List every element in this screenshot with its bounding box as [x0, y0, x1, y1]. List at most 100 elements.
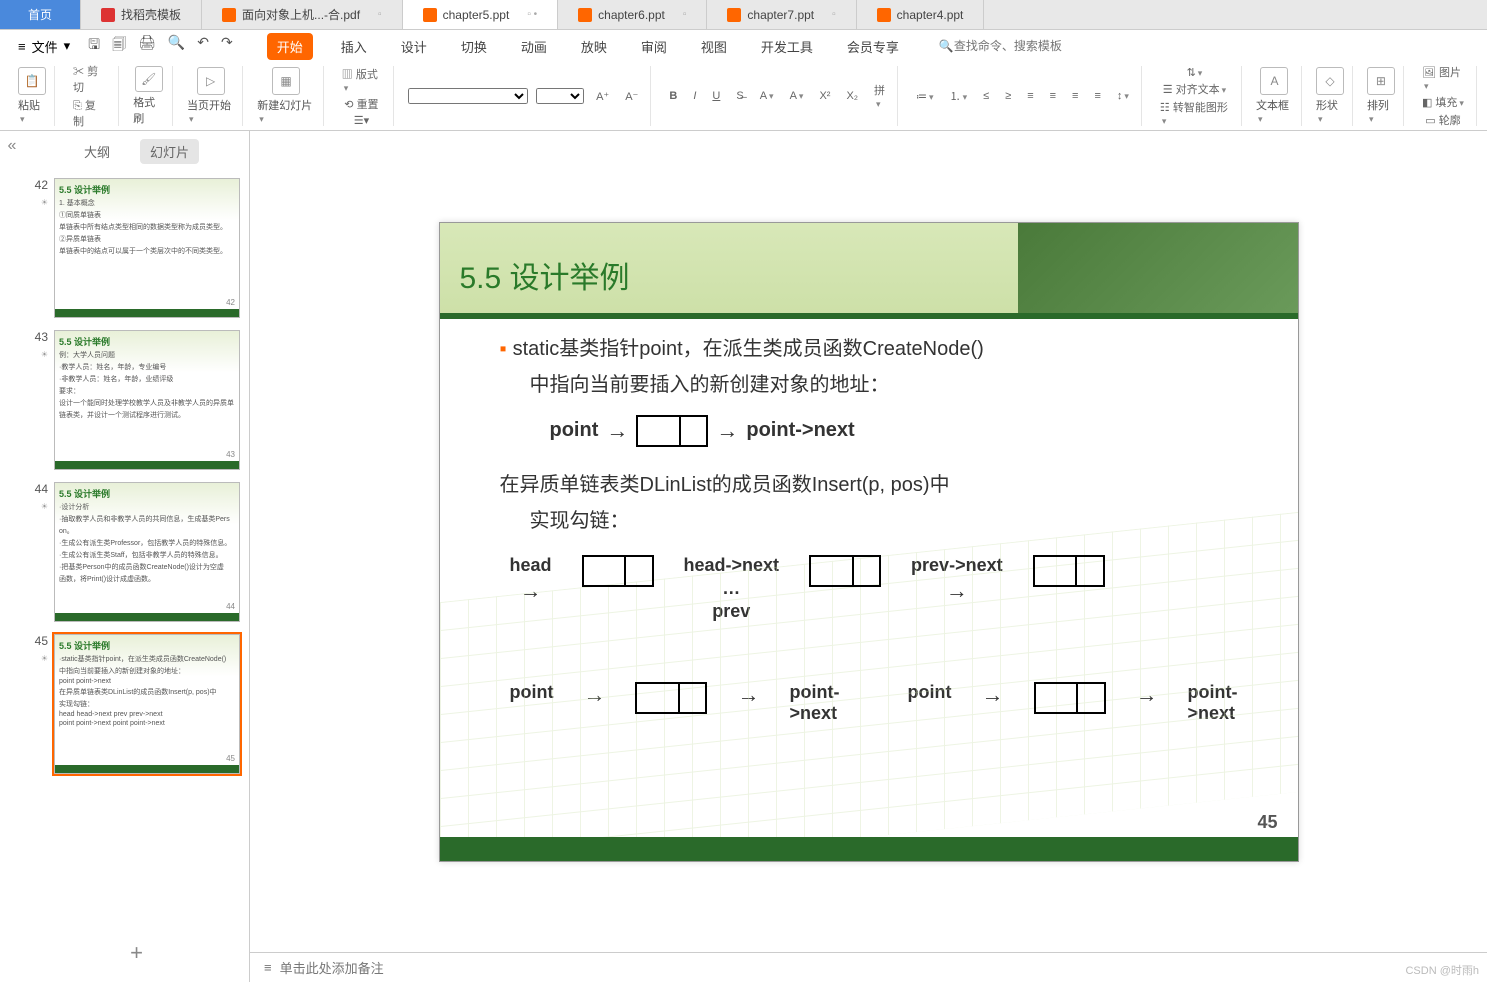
- numbering-button[interactable]: ⒈: [946, 87, 972, 105]
- notes-pane[interactable]: ≡ 单击此处添加备注: [250, 952, 1487, 982]
- subscript-button[interactable]: X₂: [842, 89, 862, 103]
- command-search[interactable]: 🔍: [939, 39, 1114, 53]
- arrange-button[interactable]: 排列: [1367, 97, 1395, 125]
- decrease-indent-button[interactable]: ≤: [979, 89, 993, 103]
- textbox-button[interactable]: 文本框: [1256, 97, 1293, 125]
- decrease-font-icon[interactable]: A⁻: [621, 89, 642, 104]
- fill-button[interactable]: ◧ 填充: [1418, 93, 1468, 111]
- underline-button[interactable]: U: [708, 89, 724, 103]
- tab-home[interactable]: 首页: [0, 0, 81, 29]
- slide-canvas[interactable]: 5.5 设计举例 ▪static基类指针point，在派生类成员函数Create…: [250, 131, 1487, 952]
- tab-chapter6[interactable]: chapter6.ppt▫: [558, 0, 707, 29]
- align-right-button[interactable]: ≡: [1068, 89, 1082, 103]
- ribbon-tab-member[interactable]: 会员专享: [841, 33, 905, 60]
- new-slide-button[interactable]: 新建幻灯片: [257, 97, 315, 125]
- ribbon-tab-start[interactable]: 开始: [267, 33, 313, 60]
- ribbon-tab-slideshow[interactable]: 放映: [575, 33, 613, 60]
- ribbon-tab-design[interactable]: 设计: [395, 33, 433, 60]
- shapes-icon[interactable]: ◇: [1316, 67, 1344, 95]
- outline-button[interactable]: ▭ 轮廓: [1421, 111, 1464, 129]
- save-icon[interactable]: 🖫: [88, 34, 100, 58]
- shapes-button[interactable]: 形状: [1316, 97, 1344, 125]
- tab-dropdown-icon[interactable]: ▫: [683, 9, 687, 20]
- align-left-button[interactable]: ≡: [1023, 89, 1037, 103]
- tab-dropdown-icon[interactable]: ▫ •: [527, 9, 537, 20]
- label-point-next: point->next: [789, 682, 839, 724]
- font-family-select[interactable]: [408, 88, 528, 104]
- section-button[interactable]: ☰▾: [350, 113, 373, 128]
- collapse-sidebar-icon[interactable]: «: [0, 131, 24, 982]
- pinyin-button[interactable]: 拼: [870, 81, 889, 111]
- tab-template[interactable]: 找稻壳模板: [81, 0, 202, 29]
- tab-outline[interactable]: 大纲: [74, 139, 120, 164]
- tab-pdf[interactable]: 面向对象上机...-合.pdf▫: [202, 0, 403, 29]
- textbox-icon[interactable]: A: [1260, 67, 1288, 95]
- undo-icon[interactable]: ↶: [197, 34, 209, 58]
- tab-chapter5[interactable]: chapter5.ppt▫ •: [403, 0, 559, 29]
- add-slide-button[interactable]: +: [24, 924, 249, 982]
- ppt-icon: [222, 8, 236, 22]
- redo-icon[interactable]: ↷: [221, 34, 233, 58]
- justify-button[interactable]: ≡: [1090, 89, 1104, 103]
- tab-dropdown-icon[interactable]: ▫: [832, 9, 836, 20]
- strikethrough-button[interactable]: S̶: [732, 89, 747, 103]
- copy-button[interactable]: ⎘ 复制: [69, 96, 110, 130]
- superscript-button[interactable]: X²: [815, 89, 834, 103]
- ribbon-tab-animation[interactable]: 动画: [515, 33, 553, 60]
- bullet-text: static基类指针point，在派生类成员函数CreateNode(): [513, 338, 984, 360]
- increase-indent-button[interactable]: ≥: [1001, 89, 1015, 103]
- align-center-button[interactable]: ≡: [1046, 89, 1060, 103]
- paste-icon[interactable]: 📋: [18, 67, 46, 95]
- new-slide-icon[interactable]: ▦: [272, 67, 300, 95]
- search-icon: 🔍: [939, 39, 954, 53]
- ribbon-tabs: 开始 插入 设计 切换 动画 放映 审阅 视图 开发工具 会员专享: [267, 33, 905, 60]
- ribbon-top: ≡文件▾ 🖫 🗐 🖨 🔍 ↶ ↷ 开始 插入 设计 切换 动画 放映 审阅 视图…: [0, 30, 1487, 62]
- ribbon-body: 📋 粘贴 ✂ 剪切 ⎘ 复制 🖌 格式刷 ▷ 当页开始 ▦ 新建幻灯片 ▥ 版式…: [0, 62, 1487, 130]
- ribbon-tab-insert[interactable]: 插入: [335, 33, 373, 60]
- ribbon-tab-transition[interactable]: 切换: [455, 33, 493, 60]
- font-size-select[interactable]: [536, 88, 584, 104]
- preview-icon[interactable]: 🔍: [168, 34, 185, 58]
- thumbnail-row[interactable]: 45☀5.5 设计举例·static基类指针point，在派生类成员函数Crea…: [28, 634, 245, 774]
- thumbnail-list[interactable]: 42☀5.5 设计举例1. 基本概念①同质单链表 单链表中所有结点类型相同的数据…: [24, 172, 249, 924]
- arrow-icon: →: [1136, 682, 1158, 708]
- from-current-button[interactable]: 当页开始: [187, 97, 234, 125]
- thumbnail[interactable]: 5.5 设计举例1. 基本概念①同质单链表 单链表中所有结点类型相同的数据类型称…: [54, 178, 240, 318]
- tab-chapter4[interactable]: chapter4.ppt: [857, 0, 985, 29]
- format-painter-button[interactable]: 格式刷: [133, 94, 164, 126]
- arrange-icon[interactable]: ⊞: [1367, 67, 1395, 95]
- tab-slides[interactable]: 幻灯片: [140, 139, 199, 164]
- search-input[interactable]: [954, 39, 1114, 53]
- ribbon-tab-view[interactable]: 视图: [695, 33, 733, 60]
- italic-button[interactable]: I: [689, 89, 700, 103]
- highlight-button[interactable]: A: [786, 89, 808, 103]
- ribbon-tab-developer[interactable]: 开发工具: [755, 33, 819, 60]
- paste-button[interactable]: 粘贴: [18, 97, 46, 125]
- thumbnail[interactable]: 5.5 设计举例·static基类指针point，在派生类成员函数CreateN…: [54, 634, 240, 774]
- text-direction-button[interactable]: ⇅: [1183, 65, 1207, 80]
- bold-button[interactable]: B: [665, 89, 681, 103]
- tab-dropdown-icon[interactable]: ▫: [378, 9, 382, 20]
- print-icon[interactable]: 🖨: [138, 34, 156, 58]
- play-icon[interactable]: ▷: [197, 67, 225, 95]
- save-as-icon[interactable]: 🗐: [112, 34, 126, 58]
- thumbnail-row[interactable]: 44☀5.5 设计举例·设计分析·抽取教学人员和非教学人员的共同信息，生成基类P…: [28, 482, 245, 622]
- format-painter-icon[interactable]: 🖌: [135, 66, 163, 92]
- bullets-button[interactable]: ≔: [912, 89, 938, 104]
- align-text-button[interactable]: ☰ 对齐文本: [1159, 80, 1230, 98]
- thumbnail-row[interactable]: 42☀5.5 设计举例1. 基本概念①同质单链表 单链表中所有结点类型相同的数据…: [28, 178, 245, 318]
- reset-button[interactable]: ⟲ 重置: [340, 95, 382, 113]
- line-spacing-button[interactable]: ↕: [1113, 89, 1133, 103]
- ribbon-tab-review[interactable]: 审阅: [635, 33, 673, 60]
- smart-graphic-button[interactable]: ☷ 转智能图形: [1156, 98, 1233, 128]
- thumbnail-row[interactable]: 43☀5.5 设计举例例：大学人员问题·教学人员：姓名，年龄，专业编号·非教学人…: [28, 330, 245, 470]
- file-menu[interactable]: ≡文件▾: [10, 35, 78, 58]
- layout-button[interactable]: ▥ 版式: [338, 65, 385, 95]
- picture-button[interactable]: 🖼 图片: [1418, 63, 1468, 93]
- cut-button[interactable]: ✂ 剪切: [69, 62, 110, 96]
- thumbnail[interactable]: 5.5 设计举例·设计分析·抽取教学人员和非教学人员的共同信息，生成基类Pers…: [54, 482, 240, 622]
- thumbnail[interactable]: 5.5 设计举例例：大学人员问题·教学人员：姓名，年龄，专业编号·非教学人员：姓…: [54, 330, 240, 470]
- font-color-button[interactable]: A: [756, 89, 778, 103]
- increase-font-icon[interactable]: A⁺: [592, 89, 613, 104]
- tab-chapter7[interactable]: chapter7.ppt▫: [707, 0, 856, 29]
